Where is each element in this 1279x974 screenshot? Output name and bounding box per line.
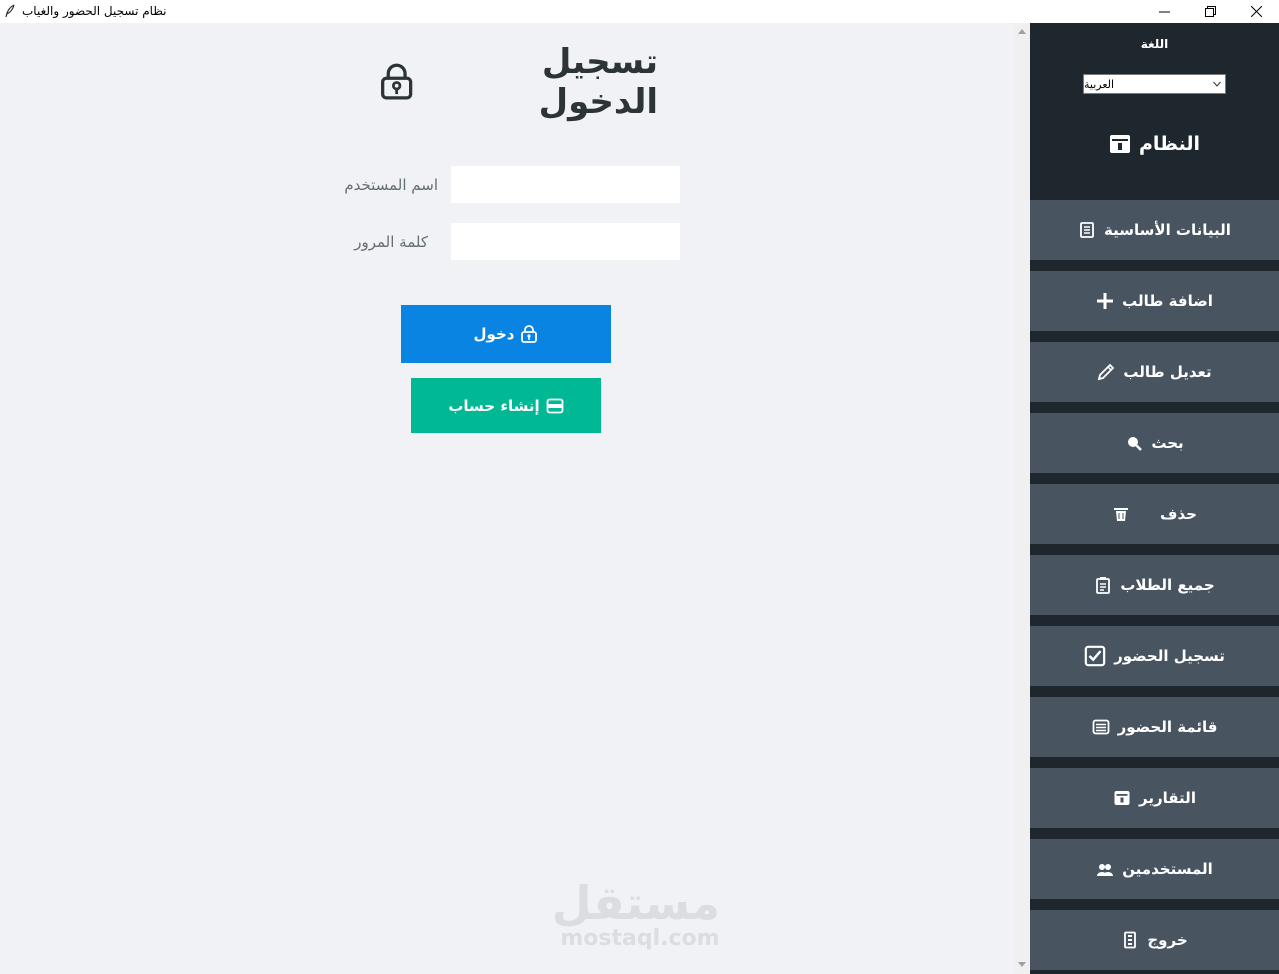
page-title: تسجيل الدخول [538,42,658,122]
language-select[interactable]: العربية [1083,74,1226,94]
username-field[interactable] [451,166,680,203]
search-icon [1128,437,1143,451]
sidebar-item-label: تسجيل الحضور [1114,647,1225,665]
feather-icon [5,4,15,18]
lock-key-icon [381,63,413,100]
scroll-up-icon[interactable] [1018,29,1026,34]
sidebar-item-label: التقارير [1139,789,1196,807]
sidebar-item-edit-student[interactable]: تعديل طالب [1030,342,1279,402]
id-card-icon [546,398,564,413]
login-button[interactable]: دخول [401,305,611,363]
window-titlebar: نظام تسجيل الحضور والغياب [0,0,1279,23]
sidebar-item-delete[interactable]: حذف [1030,484,1279,544]
sidebar-item-basic-data[interactable]: البيانات الأساسية [1030,200,1279,260]
sidebar-item-label: المستخدمين [1122,860,1213,878]
sidebar-item-label: البيانات الأساسية [1104,221,1231,239]
login-button-label: دخول [473,325,515,343]
sidebar-item-label: قائمة الحضور [1117,718,1218,736]
sidebar-item-label: تعديل طالب [1123,363,1212,381]
lock-key-icon [521,325,538,343]
sidebar-item-users[interactable]: المستخدمين [1030,839,1279,899]
sidebar-item-label: جميع الطلاب [1120,576,1215,594]
sidebar: اللغة العربية النظام البيانات الأساسية ا… [1030,23,1279,974]
window-title: نظام تسجيل الحضور والغياب [22,4,167,18]
register-button[interactable]: إنشاء حساب [411,378,601,433]
clipboard-icon [1096,577,1111,594]
restore-button[interactable] [1187,0,1233,23]
language-selected-value: العربية [1084,77,1115,91]
sidebar-item-reports[interactable]: التقارير [1030,768,1279,828]
restore-icon [1204,6,1216,17]
list-icon [1092,719,1109,735]
minimize-icon [1158,11,1170,13]
system-title-label: النظام [1139,133,1200,155]
sidebar-item-attendance-list[interactable]: قائمة الحضور [1030,697,1279,757]
plus-icon [1097,293,1114,309]
pencil-icon [1098,363,1115,381]
password-label: كلمة المرور [354,233,428,251]
username-label: اسم المستخدم [344,176,438,194]
checkbox-icon [1084,645,1106,667]
close-icon [1250,6,1262,17]
minimize-button[interactable] [1141,0,1187,23]
sidebar-item-label: حذف [1160,505,1197,523]
trash-icon [1114,508,1129,521]
report-icon [1114,791,1130,805]
sidebar-item-all-students[interactable]: جميع الطلاب [1030,555,1279,615]
vertical-scrollbar[interactable] [1014,23,1030,974]
password-field[interactable] [451,223,680,260]
users-icon [1097,864,1114,876]
watermark-latin: mostaql.com [560,926,720,951]
sidebar-item-label: خروج [1147,931,1188,949]
sidebar-item-add-student[interactable]: اضافة طالب [1030,271,1279,331]
sidebar-item-exit[interactable]: خروج [1030,910,1279,970]
scroll-down-icon[interactable] [1018,962,1026,967]
sidebar-item-label: اضافة طالب [1122,292,1213,310]
sidebar-item-search[interactable]: بحث [1030,413,1279,473]
watermark: مستقل mostaql.com [551,876,720,952]
exit-icon [1124,931,1137,949]
chevron-down-icon [1213,81,1221,87]
login-heading: تسجيل الدخول [378,42,658,122]
document-icon [1080,222,1094,238]
language-label: اللغة [1140,37,1169,51]
sidebar-item-label: بحث [1151,434,1184,452]
close-button[interactable] [1233,0,1279,23]
archive-icon [1110,135,1130,153]
watermark-arabic: مستقل [551,876,720,930]
register-button-label: إنشاء حساب [448,396,540,415]
sidebar-item-record-attendance[interactable]: تسجيل الحضور [1030,626,1279,686]
system-title: النظام [1030,133,1279,155]
